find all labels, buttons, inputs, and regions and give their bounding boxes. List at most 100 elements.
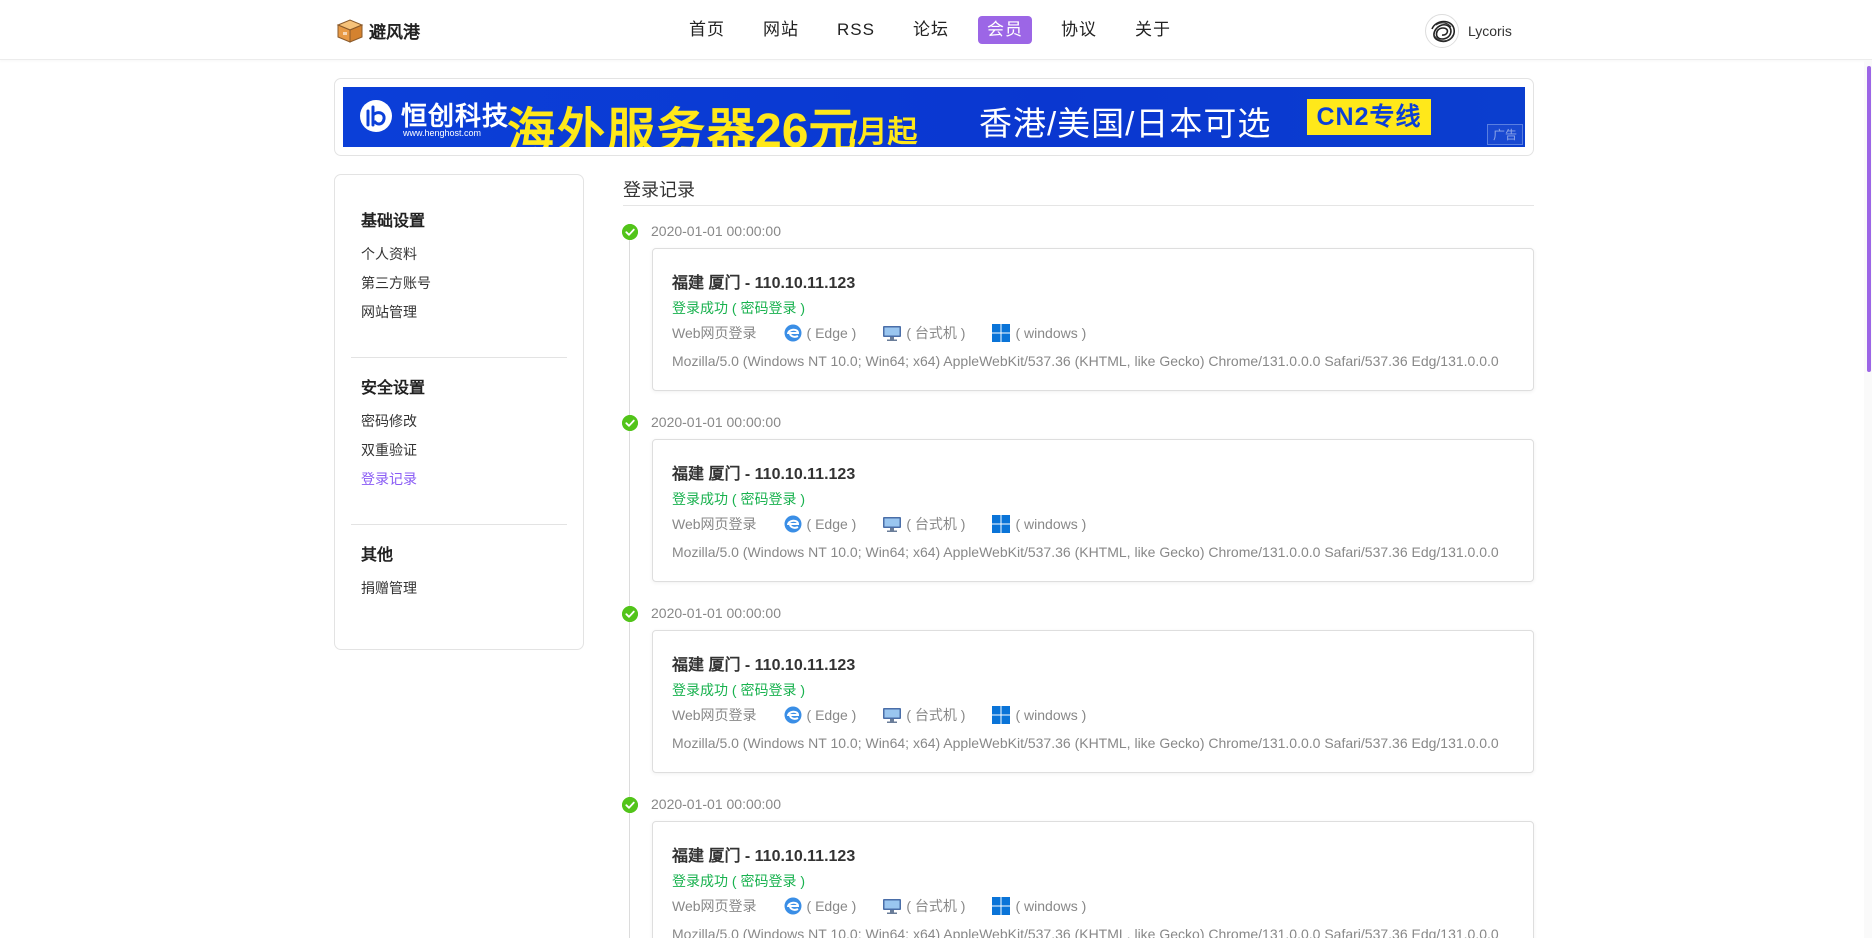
sidebar-group-title: 其他 <box>361 547 394 564</box>
record-device: ( 台式机 ) <box>882 323 965 343</box>
ad-container: 恒创科技 www.henghost.com 海外服务器 26元 /月起 香港/美… <box>334 78 1534 156</box>
browser-label: ( Edge ) <box>806 516 857 532</box>
nav-member[interactable]: 会员 <box>977 16 1032 44</box>
record-time: 2020-01-01 00:00:00 <box>651 414 781 430</box>
record-time: 2020-01-01 00:00:00 <box>651 223 781 239</box>
ad-price-unit: /月起 <box>849 116 918 147</box>
record-device: ( 台式机 ) <box>882 896 965 916</box>
ad-url: www.henghost.com <box>403 128 482 138</box>
record-meta: Web网页登录 ( Edge ) ( 台式机 ) (windows) <box>672 323 1112 343</box>
sidebar-item-third-party[interactable]: 第三方账号 <box>361 275 431 292</box>
os-label: ( windows ) <box>1015 707 1087 723</box>
sidebar-group-title: 安全设置 <box>361 380 426 397</box>
windows-icon <box>992 706 1011 724</box>
nav-home[interactable]: 首页 <box>680 16 734 44</box>
record-browser: ( Edge ) <box>783 514 857 534</box>
check-circle-icon <box>622 797 638 813</box>
settings-sidebar: 基础设置 个人资料 第三方账号 网站管理 安全设置 密码修改 双重验证 登录记录… <box>334 174 584 650</box>
device-label: ( 台式机 ) <box>906 325 966 341</box>
login-record-card: 福建 厦门 - 110.10.11.123 登录成功 ( 密码登录 ) Web网… <box>652 248 1534 391</box>
ad-label: 广告 <box>1486 124 1523 145</box>
user-menu[interactable]: Lycoris <box>1425 14 1512 48</box>
device-label: ( 台式机 ) <box>906 707 966 723</box>
record-os: ( windows ) <box>991 896 1086 916</box>
edge-icon <box>784 706 802 724</box>
user-name[interactable]: Lycoris <box>1468 23 1512 39</box>
site-name: 避风港 <box>369 22 420 42</box>
record-status: 登录成功 ( 密码登录 ) <box>672 682 805 698</box>
record-method: Web网页登录 <box>672 516 757 532</box>
sidebar-item-password[interactable]: 密码修改 <box>361 413 425 430</box>
record-user-agent: Mozilla/5.0 (Windows NT 10.0; Win64; x64… <box>672 735 1499 751</box>
record-method: Web网页登录 <box>672 898 757 914</box>
os-label: ( windows ) <box>1015 898 1087 914</box>
henghost-logo-icon <box>360 100 392 132</box>
login-record-card: 福建 厦门 - 110.10.11.123 登录成功 ( 密码登录 ) Web网… <box>652 439 1534 582</box>
sidebar-group-title: 基础设置 <box>361 213 426 230</box>
nav-sites[interactable]: 网站 <box>754 16 808 44</box>
sidebar-item-site-manage[interactable]: 网站管理 <box>361 304 431 321</box>
sidebar-item-profile[interactable]: 个人资料 <box>361 246 431 263</box>
sidebar-group-basic: 基础设置 个人资料 第三方账号 网站管理 <box>361 207 431 333</box>
avatar[interactable] <box>1425 14 1459 48</box>
windows-icon <box>992 897 1011 915</box>
check-circle-icon <box>622 606 638 622</box>
sidebar-item-login-records[interactable]: 登录记录 <box>361 471 425 488</box>
record-browser: ( Edge ) <box>783 705 856 725</box>
record-browser: ( Edge ) <box>783 323 857 343</box>
sidebar-divider <box>351 524 567 525</box>
record-status: 登录成功 ( 密码登录 ) <box>672 491 805 507</box>
page-title: 登录记录 <box>623 180 695 200</box>
nav-rss[interactable]: RSS <box>828 16 884 44</box>
desktop-icon <box>883 899 902 914</box>
device-label: ( 台式机 ) <box>906 516 966 532</box>
record-time: 2020-01-01 00:00:00 <box>651 796 781 812</box>
record-time: 2020-01-01 00:00:00 <box>651 605 781 621</box>
record-os: ( windows ) <box>991 514 1086 534</box>
desktop-icon <box>883 517 902 532</box>
site-logo[interactable]: 避风港 <box>335 16 420 44</box>
sidebar-item-donation[interactable]: 捐赠管理 <box>361 580 417 597</box>
record-location: 福建 厦门 - 110.10.11.123 <box>672 657 856 674</box>
ad-banner[interactable]: 恒创科技 www.henghost.com 海外服务器 26元 /月起 香港/美… <box>343 87 1525 147</box>
sidebar-item-2fa[interactable]: 双重验证 <box>361 442 425 459</box>
scrollbar-thumb[interactable] <box>1867 66 1871 372</box>
ad-tag: CN2专线 <box>1307 99 1431 135</box>
desktop-icon <box>883 708 902 723</box>
record-meta: Web网页登录 ( Edge ) ( 台式机 ) (windows) <box>672 514 1112 534</box>
edge-icon <box>784 897 802 915</box>
os-label: ( windows ) <box>1015 325 1087 341</box>
ad-regions: 香港/美国/日本可选 <box>979 105 1272 142</box>
record-method: Web网页登录 <box>672 707 757 723</box>
record-device: ( 台式机 ) <box>882 514 965 534</box>
windows-icon <box>992 324 1011 342</box>
top-header: 避风港 首页 网站 RSS 论坛 会员 协议 关于 Lycoris <box>0 0 1872 60</box>
record-browser: ( Edge ) <box>783 896 857 916</box>
device-label: ( 台式机 ) <box>906 898 966 914</box>
windows-icon <box>992 515 1011 533</box>
record-os: ( windows ) <box>991 323 1086 343</box>
record-os: ( windows ) <box>991 705 1086 725</box>
title-divider <box>623 205 1534 206</box>
nav-forum[interactable]: 论坛 <box>904 16 958 44</box>
desktop-icon <box>883 326 902 341</box>
sidebar-group-other: 其他 捐赠管理 <box>361 541 417 609</box>
sidebar-group-security: 安全设置 密码修改 双重验证 登录记录 <box>361 374 425 500</box>
check-circle-icon <box>622 224 638 240</box>
box-icon <box>336 19 364 43</box>
check-circle-icon <box>622 415 638 431</box>
browser-label: ( Edge ) <box>806 325 857 341</box>
browser-label: ( Edge ) <box>806 898 857 914</box>
nav-about[interactable]: 关于 <box>1126 16 1180 44</box>
record-status: 登录成功 ( 密码登录 ) <box>672 300 805 316</box>
os-label: ( windows ) <box>1015 516 1087 532</box>
record-location: 福建 厦门 - 110.10.11.123 <box>672 275 856 292</box>
record-location: 福建 厦门 - 110.10.11.123 <box>672 466 856 483</box>
login-record-card: 福建 厦门 - 110.10.11.123 登录成功 ( 密码登录 ) Web网… <box>652 630 1534 773</box>
record-method: Web网页登录 <box>672 325 757 341</box>
edge-icon <box>784 324 802 342</box>
scribble-avatar-icon <box>1427 16 1458 47</box>
timeline-line <box>629 232 630 938</box>
record-device: ( 台式机 ) <box>882 705 965 725</box>
nav-agreement[interactable]: 协议 <box>1052 16 1106 44</box>
